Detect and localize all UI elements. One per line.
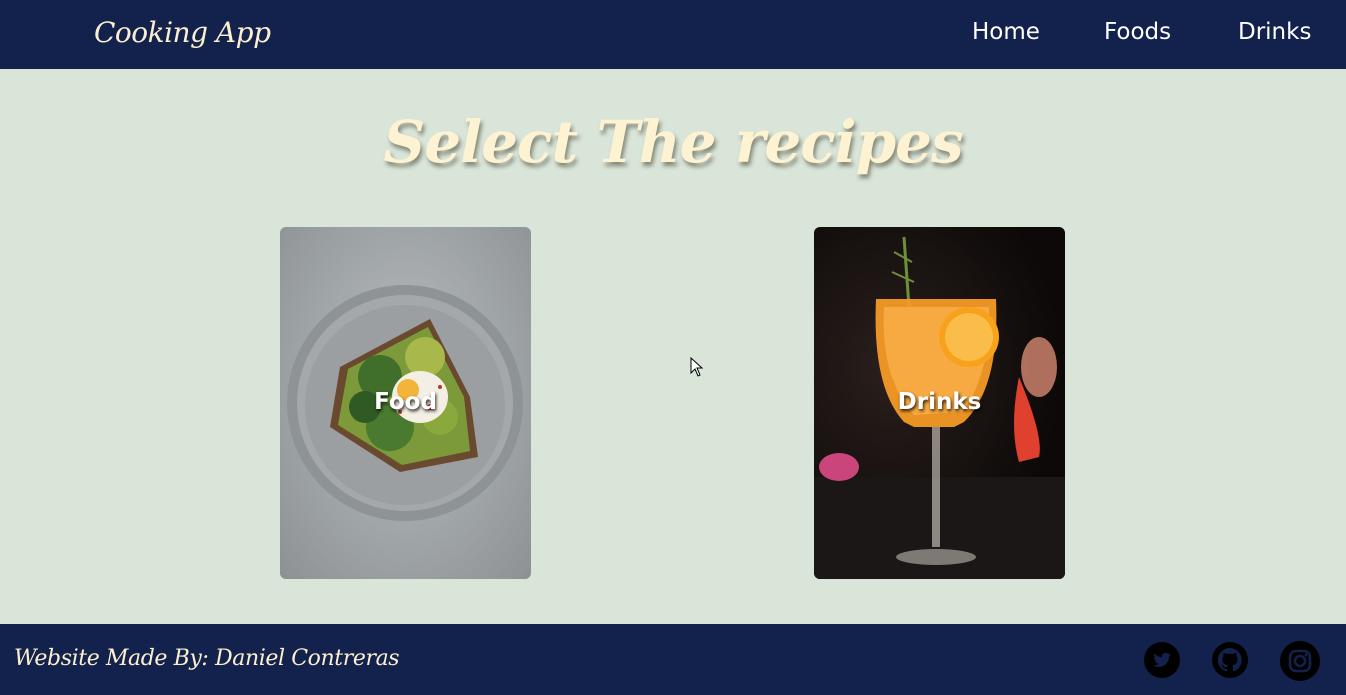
twitter-icon[interactable] (1144, 642, 1180, 678)
nav-foods-link[interactable]: Foods (1104, 19, 1171, 45)
mouse-cursor-icon (690, 357, 704, 377)
brand-logo[interactable]: Cooking App (94, 16, 271, 49)
food-card-label: Food (374, 389, 437, 415)
food-card[interactable]: Food (280, 227, 531, 579)
navbar: Cooking App Home Foods Drinks (0, 0, 1346, 69)
footer-credit: Website Made By: Daniel Contreras (14, 646, 400, 671)
instagram-icon[interactable] (1280, 641, 1320, 681)
nav-home-link[interactable]: Home (972, 19, 1040, 45)
page-title: Select The recipes (383, 108, 963, 176)
drinks-card-label: Drinks (897, 389, 982, 415)
github-icon[interactable] (1212, 642, 1248, 678)
nav-drinks-link[interactable]: Drinks (1238, 19, 1311, 45)
footer: Website Made By: Daniel Contreras (0, 624, 1346, 695)
drinks-card[interactable]: Drinks (814, 227, 1065, 579)
